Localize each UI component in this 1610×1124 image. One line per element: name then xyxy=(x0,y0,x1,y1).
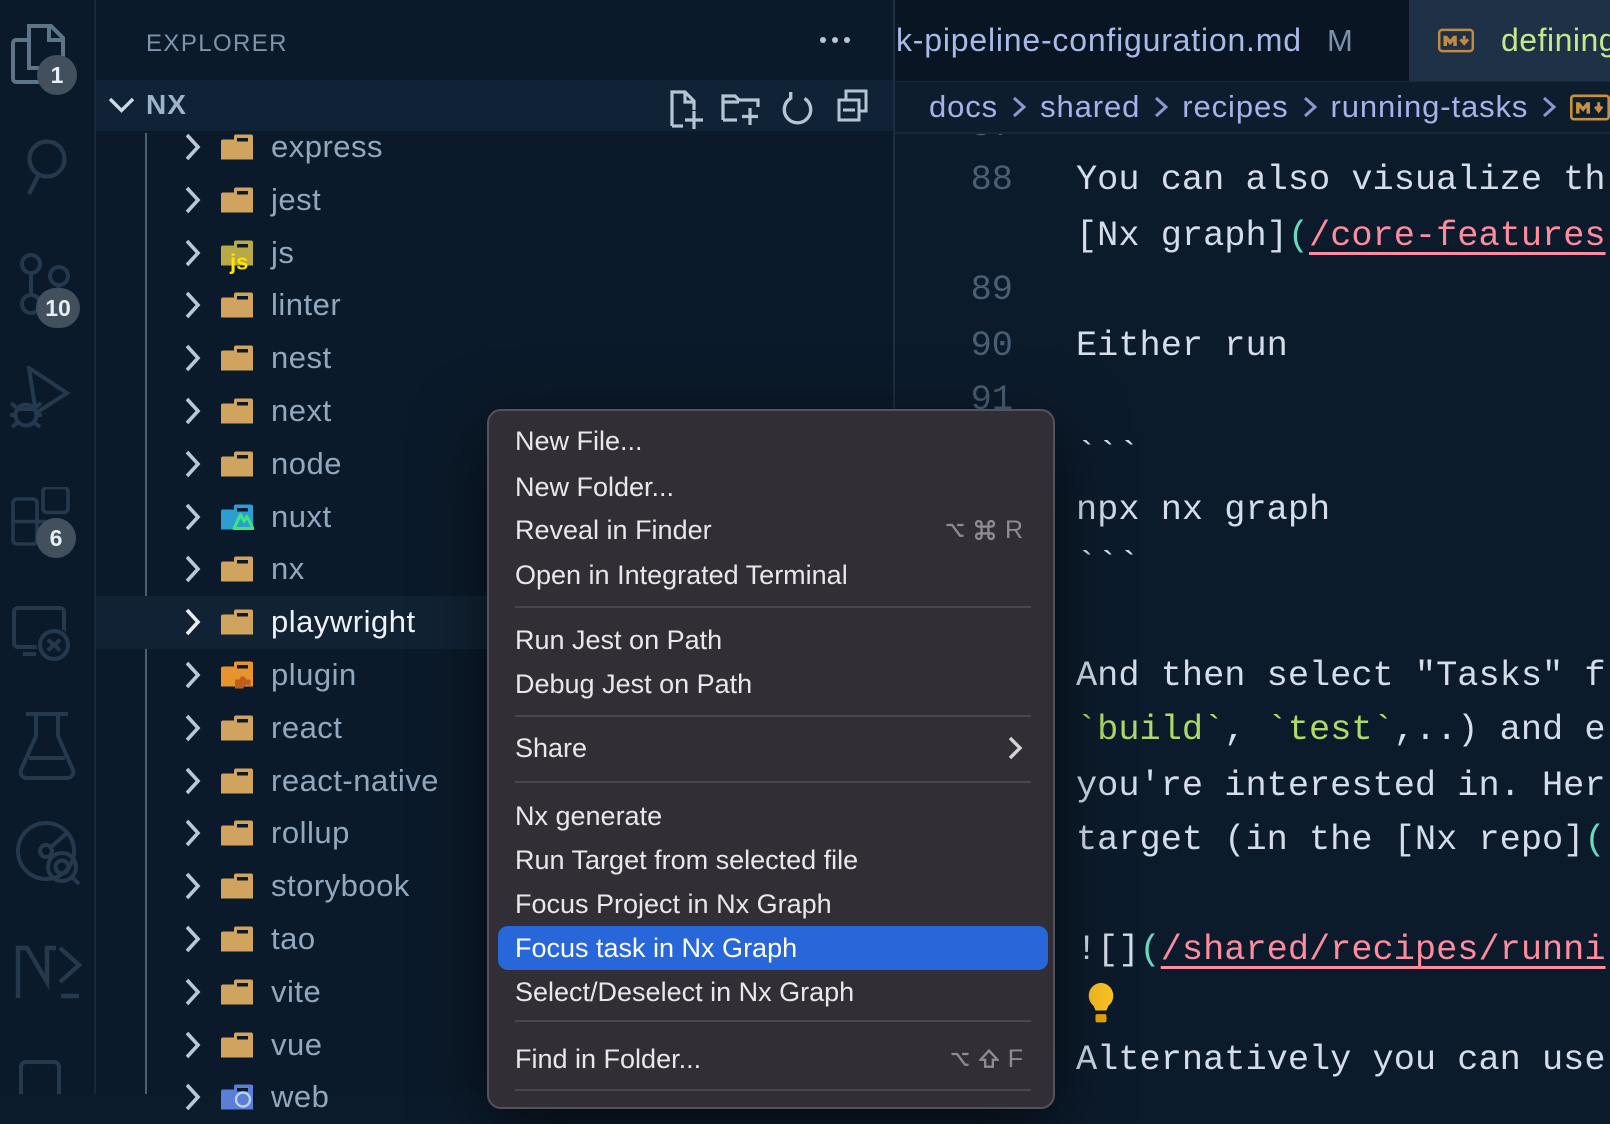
svg-text:js: js xyxy=(229,249,248,274)
